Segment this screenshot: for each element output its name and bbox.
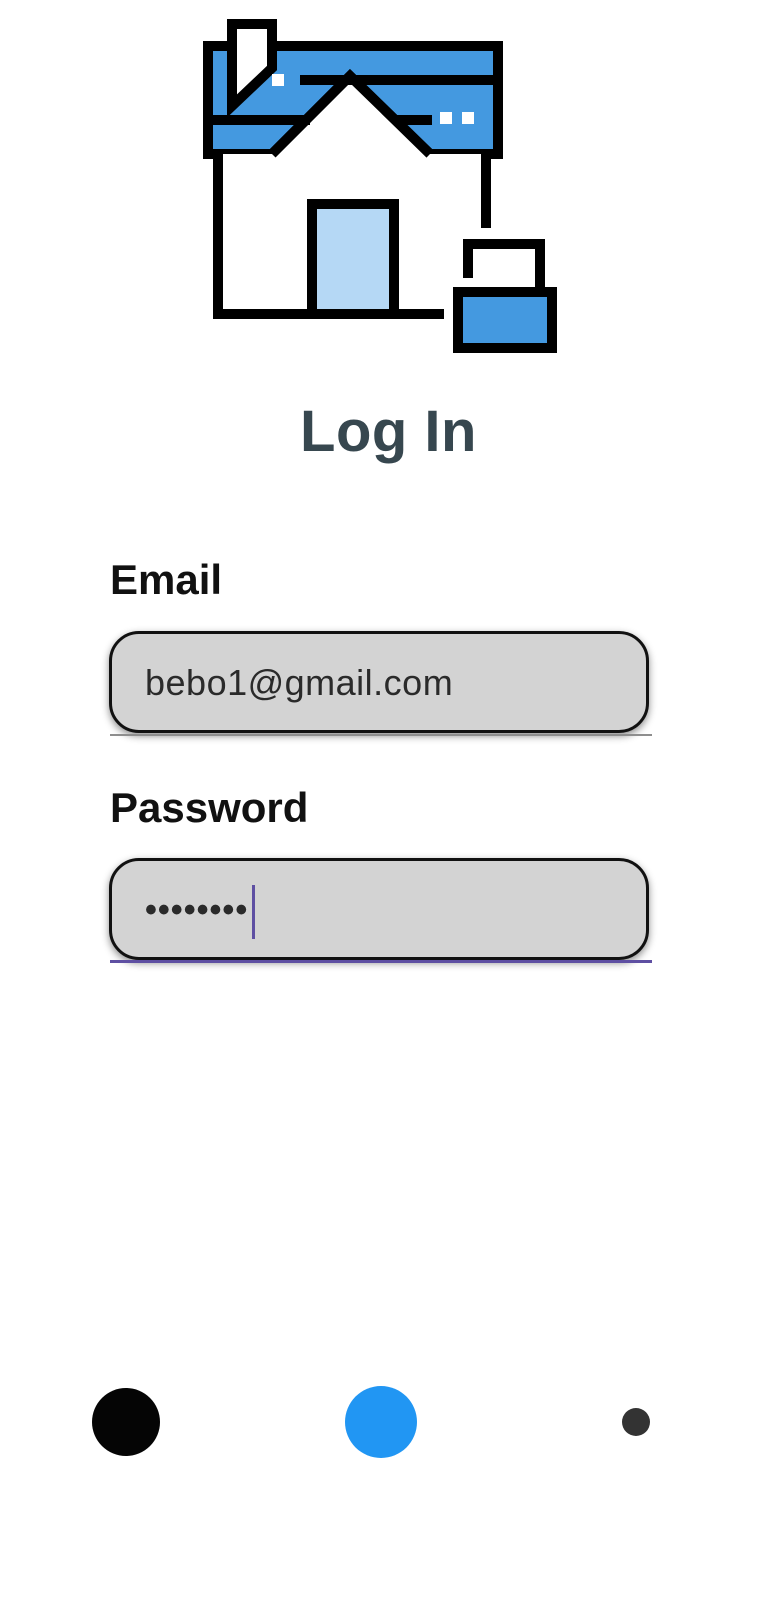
email-value: bebo1@gmail.com — [145, 662, 454, 703]
password-label: Password — [110, 784, 309, 831]
nav-dot-blue[interactable] — [345, 1386, 417, 1458]
password-underline — [110, 960, 652, 963]
page-title: Log In — [300, 399, 477, 464]
email-label: Email — [110, 556, 223, 603]
nav-dot-gray[interactable] — [622, 1408, 650, 1436]
text-cursor — [252, 885, 255, 939]
house-lock-icon — [200, 16, 560, 356]
password-field[interactable]: •••••••• — [109, 858, 649, 960]
email-field[interactable]: bebo1@gmail.com — [109, 631, 649, 733]
email-underline — [110, 734, 652, 736]
password-value: •••••••• — [145, 891, 249, 929]
nav-dot-black[interactable] — [92, 1388, 160, 1456]
